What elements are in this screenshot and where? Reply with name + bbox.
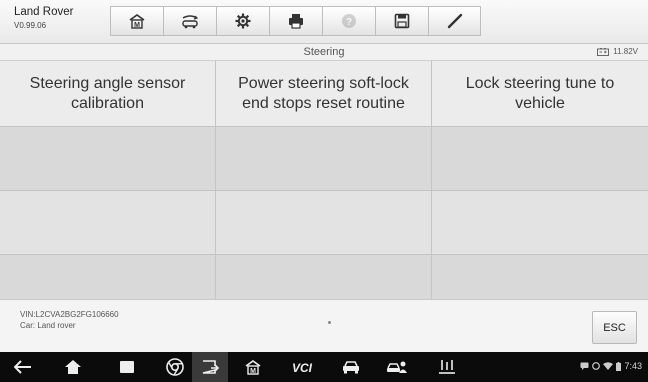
help-button[interactable]: ? (322, 6, 375, 36)
battery-voltage: 11.82V (613, 47, 638, 56)
vehicle-brand: Land Rover V0.99.06 (14, 6, 94, 37)
empty-cell (432, 255, 648, 299)
home-button[interactable]: M (110, 6, 163, 36)
empty-row (0, 191, 648, 255)
page-indicator-dot (328, 321, 331, 324)
recent-apps-button[interactable] (116, 357, 138, 377)
vehicle-info-footer: VIN:L2CVA2BG2FG106660 Car: Land rover ES… (0, 299, 648, 352)
svg-text:M: M (134, 22, 140, 29)
car-icon (343, 361, 359, 374)
vci-button[interactable]: VCI (290, 357, 320, 377)
save-icon (394, 13, 410, 29)
page-title: Steering (303, 46, 345, 58)
svg-text:?: ? (346, 17, 352, 28)
remote-support-icon (387, 361, 407, 373)
function-grid: Steering angle sensor calibration Power … (0, 61, 648, 299)
help-icon: ? (342, 14, 356, 28)
empty-cell (216, 127, 432, 190)
empty-row (0, 255, 648, 299)
chrome-icon (166, 358, 184, 376)
top-toolbar: Land Rover V0.99.06 M ? (0, 0, 648, 44)
vehicle-info: VIN:L2CVA2BG2FG106660 Car: Land rover (20, 309, 119, 331)
software-version: V0.99.06 (14, 20, 47, 30)
screen-capture-icon (202, 360, 219, 374)
diagnostics-home-button[interactable]: M (242, 357, 264, 377)
settings-gear-icon (235, 13, 251, 29)
battery-icon (597, 47, 610, 56)
system-nav-bar: M VCI 7:43 (0, 352, 648, 382)
steering-angle-sensor-calibration-button[interactable]: Steering angle sensor calibration (0, 61, 216, 126)
chat-icon (580, 362, 589, 370)
svg-text:M: M (250, 368, 256, 375)
vehicle-swap-icon (182, 15, 199, 29)
home-nav-button[interactable] (62, 357, 84, 377)
empty-row (0, 127, 648, 191)
data-manager-button[interactable] (436, 357, 458, 377)
empty-cell (216, 255, 432, 299)
wifi-icon (603, 362, 614, 370)
car-text: Car: Land rover (20, 321, 76, 330)
home-icon: M (129, 14, 145, 29)
clock: 7:43 (624, 361, 642, 371)
vehicle-swap-button[interactable] (163, 6, 216, 36)
home-nav-icon (65, 360, 81, 374)
toolbar-buttons: M ? (110, 6, 481, 36)
svg-text:VCI: VCI (292, 361, 313, 374)
empty-cell (432, 191, 648, 254)
battery-voltage-indicator: 11.82V (597, 47, 638, 56)
esc-button[interactable]: ESC (592, 311, 637, 344)
empty-cell (0, 191, 216, 254)
power-steering-soft-lock-reset-button[interactable]: Power steering soft-lock end stops reset… (216, 61, 432, 126)
settings-button[interactable] (216, 6, 269, 36)
back-button[interactable] (12, 357, 34, 377)
chrome-button[interactable] (164, 357, 186, 377)
screen-capture-button[interactable] (192, 352, 228, 382)
vci-icon: VCI (292, 361, 313, 374)
section-header: Steering 11.82V (0, 44, 648, 61)
remote-support-button[interactable] (386, 357, 408, 377)
empty-cell (216, 191, 432, 254)
save-button[interactable] (375, 6, 428, 36)
empty-cell (0, 127, 216, 190)
status-bar: 7:43 (580, 361, 642, 371)
vehicle-button[interactable] (340, 357, 362, 377)
lock-steering-tune-button[interactable]: Lock steering tune to vehicle (432, 61, 648, 126)
brand-name: Land Rover (14, 6, 74, 18)
edit-button[interactable] (428, 6, 481, 36)
empty-cell (0, 255, 216, 299)
circle-status-icon (592, 362, 601, 370)
back-arrow-icon (14, 360, 31, 374)
print-button[interactable] (269, 6, 322, 36)
battery-status-icon (616, 361, 622, 371)
pen-icon (447, 13, 462, 29)
function-row: Steering angle sensor calibration Power … (0, 61, 648, 127)
empty-cell (432, 127, 648, 190)
recent-apps-icon (120, 361, 134, 373)
vin-text: VIN:L2CVA2BG2FG106660 (20, 310, 119, 319)
data-manager-icon (439, 360, 455, 374)
print-icon (289, 14, 303, 29)
maxisys-home-icon: M (245, 360, 261, 375)
